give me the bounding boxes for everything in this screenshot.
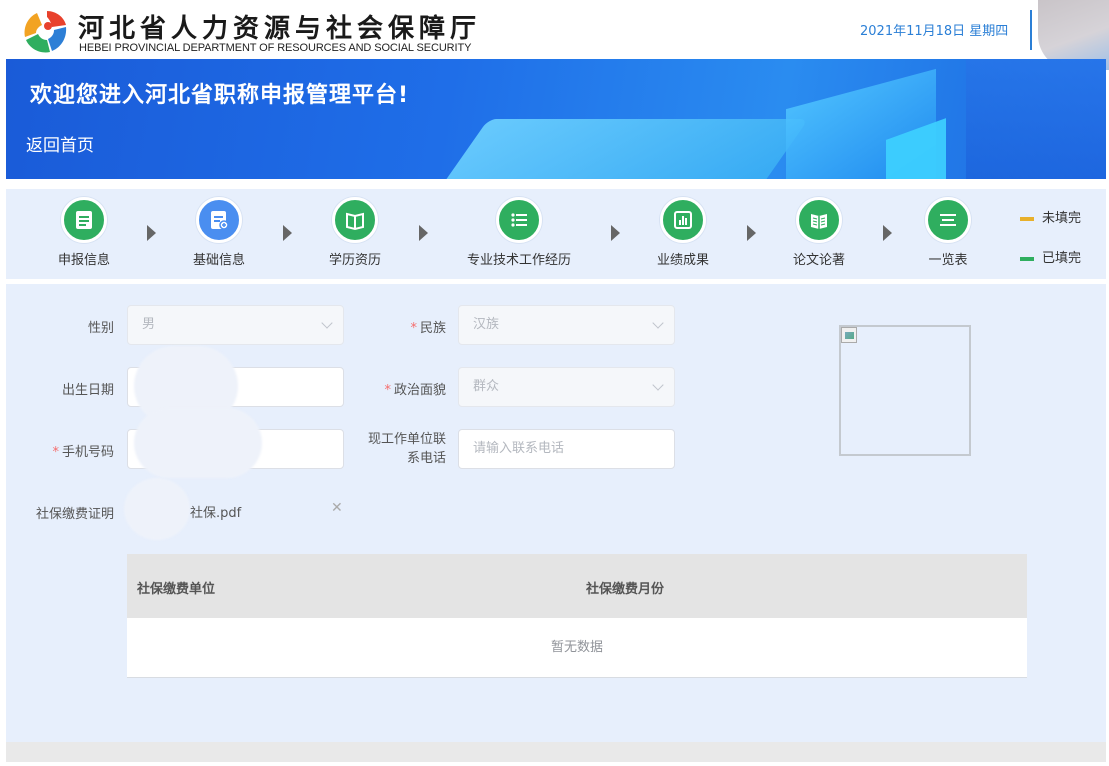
back-home-link[interactable]: 返回首页 <box>26 131 94 156</box>
political-label: * 政治面貌 <box>384 383 446 398</box>
legend-filled: 已填完 <box>1020 247 1081 266</box>
step-label: 基础信息 <box>192 253 245 268</box>
step-summary[interactable]: 一览表 <box>878 197 1018 268</box>
hrss-logo-icon <box>24 11 67 53</box>
legend-filled-swatch <box>1020 256 1034 261</box>
edit-doc-icon <box>196 197 242 243</box>
legend-unfilled-swatch <box>1020 216 1034 221</box>
col-header-month: 社保缴费月份 <box>586 582 665 597</box>
social-security-table: 社保缴费单位 社保缴费月份 暂无数据 <box>127 554 1027 678</box>
report-icon <box>61 197 107 243</box>
step-basic-info[interactable]: 基础信息 <box>149 197 289 268</box>
legend-unfilled: 未填完 <box>1020 207 1081 226</box>
uploaded-file-name[interactable]: 社保.pdf <box>190 502 241 521</box>
welcome-banner: 欢迎您进入河北省职称申报管理平台! 返回首页 <box>6 59 1106 179</box>
broken-image-icon <box>841 327 857 343</box>
gender-label: 性别 <box>87 321 114 336</box>
work-phone-input[interactable]: 请输入联系电话 <box>458 429 675 469</box>
banner-title: 欢迎您进入河北省职称申报管理平台! <box>30 83 410 108</box>
chevron-down-icon <box>652 317 664 329</box>
bar-chart-icon <box>660 197 706 243</box>
table-empty-row: 暂无数据 <box>127 618 1027 678</box>
table-header: 社保缴费单位 社保缴费月份 <box>127 554 1027 618</box>
gender-select[interactable]: 男 <box>127 305 344 345</box>
book-icon <box>332 197 378 243</box>
redaction-blur <box>134 408 262 478</box>
org-name-cn: 河北省人力资源与社会保障厅 <box>78 14 482 44</box>
step-label: 一览表 <box>928 253 968 268</box>
progress-steps: 申报信息 基础信息 学历资历 专业技术工作经历 业绩成果 论文论著 一览表 未填… <box>6 189 1106 279</box>
political-value: 群众 <box>473 379 500 394</box>
open-book-icon <box>796 197 842 243</box>
social-cert-label: 社保缴费证明 <box>35 507 114 522</box>
site-header: 河北省人力资源与社会保障厅 HEBEI PROVINCIAL DEPARTMEN… <box>0 0 1109 70</box>
form-area: 性别 男 * 民族 汉族 出生日期 * 政治面貌 群众 * 手机号码 现工作单位联系电… <box>6 284 1106 742</box>
political-select[interactable]: 群众 <box>458 367 675 407</box>
work-phone-placeholder: 请输入联系电话 <box>473 441 565 456</box>
step-label: 申报信息 <box>57 253 110 268</box>
work-phone-label: 现工作单位联系电话 <box>367 432 446 466</box>
chevron-down-icon <box>321 317 333 329</box>
menu-icon <box>925 197 971 243</box>
list-icon <box>496 197 542 243</box>
step-label: 专业技术工作经历 <box>466 253 571 268</box>
banner-decoration <box>966 59 1106 179</box>
birth-date-label: 出生日期 <box>61 383 114 398</box>
step-label: 学历资历 <box>328 253 381 268</box>
org-name-en: HEBEI PROVINCIAL DEPARTMENT OF RESOURCES… <box>79 42 472 54</box>
step-report-info[interactable]: 申报信息 <box>14 197 154 268</box>
legend-filled-label: 已填完 <box>1042 251 1082 266</box>
step-label: 业绩成果 <box>656 253 709 268</box>
step-achievements[interactable]: 业绩成果 <box>613 197 753 268</box>
ethnicity-value: 汉族 <box>473 317 500 332</box>
chevron-down-icon <box>652 379 664 391</box>
step-papers[interactable]: 论文论著 <box>749 197 889 268</box>
remove-file-icon[interactable]: ✕ <box>331 500 343 516</box>
footer-strip <box>6 742 1106 762</box>
profile-photo[interactable] <box>839 325 971 456</box>
step-label: 论文论著 <box>792 253 845 268</box>
ethnicity-select[interactable]: 汉族 <box>458 305 675 345</box>
gender-value: 男 <box>142 317 156 332</box>
step-arrow-icon <box>419 225 428 241</box>
step-education[interactable]: 学历资历 <box>285 197 425 268</box>
phone-label: * 手机号码 <box>52 445 114 460</box>
empty-text: 暂无数据 <box>550 640 603 655</box>
step-work-experience[interactable]: 专业技术工作经历 <box>449 197 589 268</box>
current-date: 2021年11月18日 星期四 <box>860 24 1009 39</box>
legend-unfilled-label: 未填完 <box>1042 211 1082 226</box>
col-header-unit: 社保缴费单位 <box>137 582 216 597</box>
ethnicity-label: * 民族 <box>410 321 446 336</box>
header-divider <box>1030 10 1032 50</box>
banner-decoration <box>383 119 809 179</box>
redaction-blur <box>124 478 190 540</box>
